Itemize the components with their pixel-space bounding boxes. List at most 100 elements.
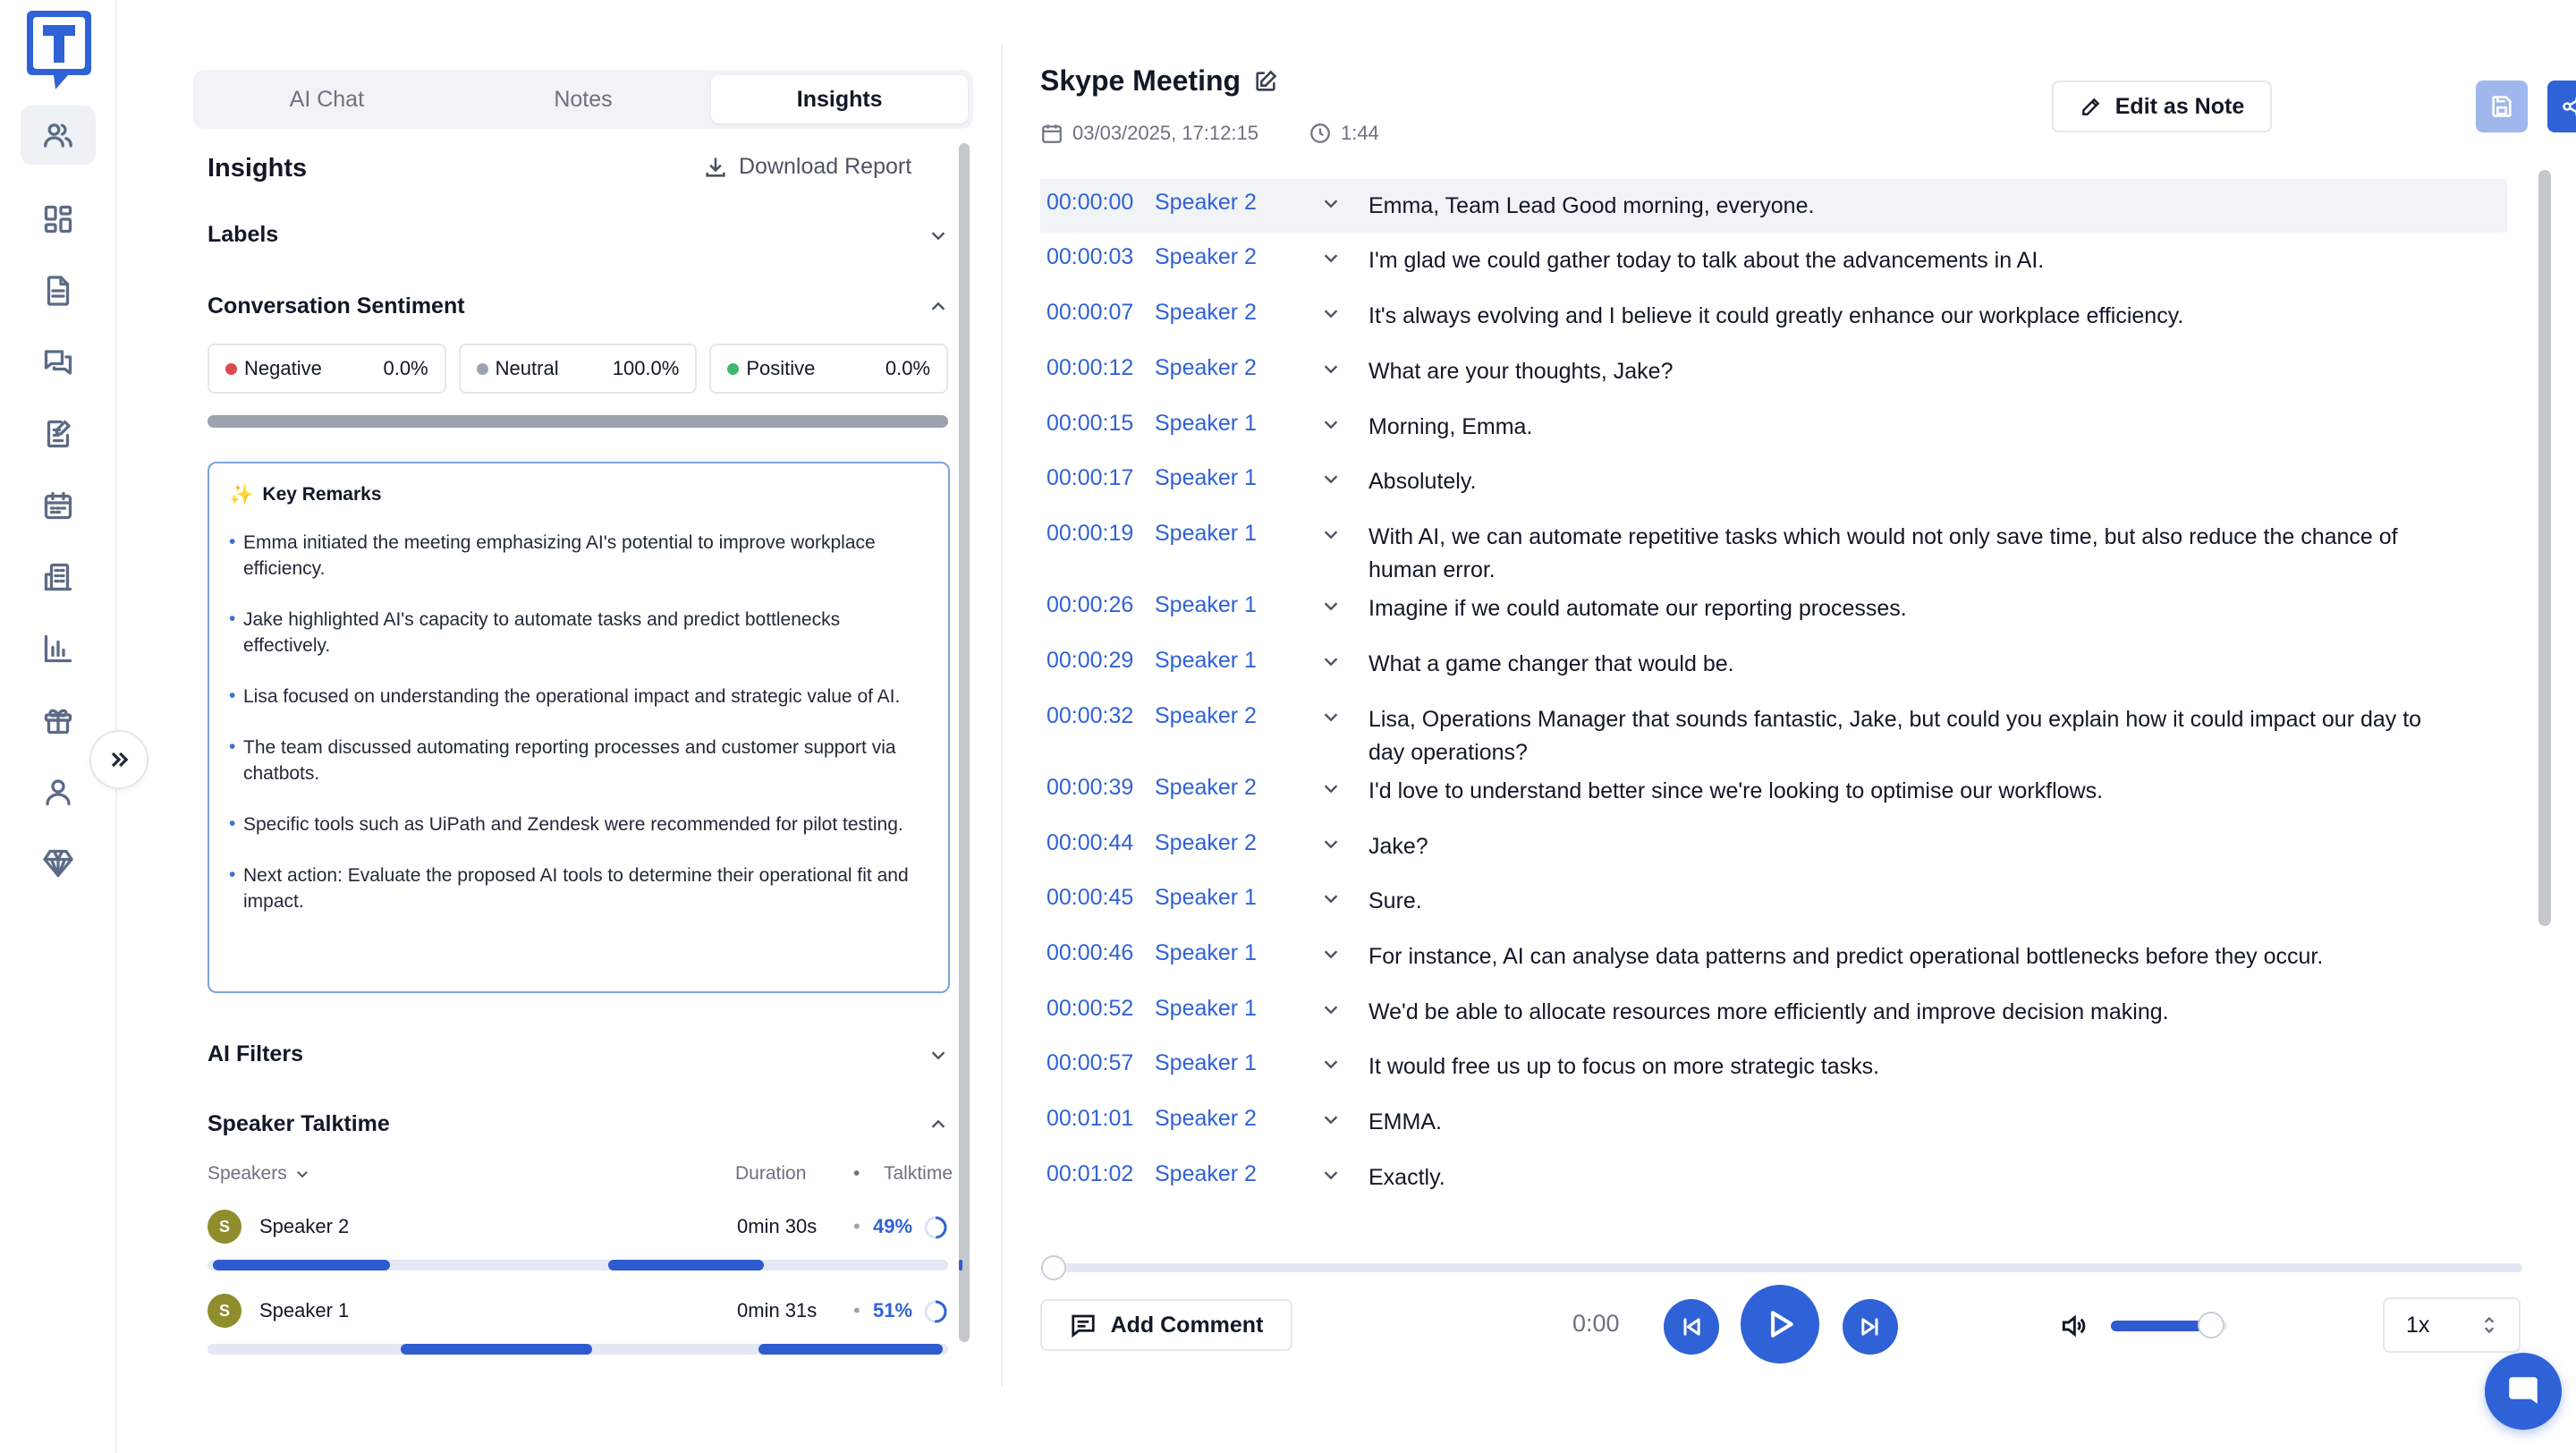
playback-speed-select[interactable]: 1x [2383, 1297, 2521, 1353]
speaker-link[interactable]: Speaker 2 [1155, 355, 1257, 381]
speaker-link[interactable]: Speaker 2 [1155, 1106, 1257, 1132]
nav-chats[interactable] [21, 333, 96, 392]
timestamp-link[interactable]: 00:00:19 [1046, 521, 1133, 547]
playback-progress-knob[interactable] [1041, 1255, 1066, 1280]
nav-organizations[interactable] [21, 548, 96, 607]
chevron-down-icon[interactable] [1321, 414, 1341, 434]
transcript-row[interactable]: 00:00:07 Speaker 2 It's always evolving an… [1040, 289, 2507, 343]
transcript-row[interactable]: 00:00:12 Speaker 2 What are your thoughts,… [1040, 344, 2507, 398]
speaker-link[interactable]: Speaker 1 [1155, 592, 1257, 618]
transcript-row[interactable]: 00:00:46 Speaker 1 For instance, AI can an… [1040, 930, 2507, 983]
speaker-link[interactable]: Speaker 2 [1155, 775, 1257, 801]
transcript-row[interactable]: 00:01:01 Speaker 2 EMMA. [1040, 1095, 2507, 1149]
transcript-row[interactable]: 00:00:26 Speaker 1 Imagine if we could aut… [1040, 582, 2507, 635]
timestamp-link[interactable]: 00:00:26 [1046, 592, 1133, 618]
timestamp-link[interactable]: 00:00:29 [1046, 648, 1133, 674]
app-logo[interactable] [25, 7, 93, 93]
speaker-link[interactable]: Speaker 2 [1155, 244, 1257, 270]
nav-notes[interactable] [21, 404, 96, 463]
transcript-row[interactable]: 00:00:52 Speaker 1 We'd be able to allocat… [1040, 985, 2507, 1039]
speaker-link[interactable]: Speaker 1 [1155, 411, 1257, 437]
timestamp-link[interactable]: 00:00:07 [1046, 300, 1133, 326]
speaker-link[interactable]: Speaker 1 [1155, 648, 1257, 674]
chevron-down-icon[interactable] [1321, 1054, 1341, 1074]
speaker-link[interactable]: Speaker 1 [1155, 465, 1257, 491]
sentiment-section-header[interactable]: Conversation Sentiment [208, 293, 948, 319]
download-report-button[interactable]: Download Report [703, 154, 911, 180]
transcript-scrollbar[interactable] [2538, 170, 2551, 926]
nav-rewards[interactable] [21, 691, 96, 750]
timestamp-link[interactable]: 00:00:46 [1046, 940, 1133, 966]
chevron-down-icon[interactable] [1321, 1165, 1341, 1185]
transcript-row[interactable]: 00:00:15 Speaker 1 Morning, Emma. [1040, 400, 2507, 454]
chevron-down-icon[interactable] [1321, 596, 1341, 616]
play-button[interactable] [1741, 1285, 1819, 1364]
timestamp-link[interactable]: 00:00:12 [1046, 355, 1133, 381]
chevron-down-icon[interactable] [1321, 248, 1341, 268]
transcript-row[interactable]: 00:00:57 Speaker 1 It would free us up to … [1040, 1040, 2507, 1093]
transcript-row[interactable]: 00:00:19 Speaker 1 With AI, we can automat… [1040, 510, 2507, 582]
edit-as-note-button[interactable]: Edit as Note [2052, 81, 2272, 132]
panel-scrollbar[interactable] [959, 143, 970, 1342]
transcript-row[interactable]: 00:00:44 Speaker 2 Jake? [1040, 820, 2507, 873]
nav-dashboard[interactable] [21, 190, 96, 249]
timestamp-link[interactable]: 00:00:15 [1046, 411, 1133, 437]
timestamp-link[interactable]: 00:00:45 [1046, 885, 1133, 911]
talktime-section-header[interactable]: Speaker Talktime [208, 1111, 948, 1137]
speakers-filter[interactable]: Speakers [208, 1163, 310, 1185]
chevron-down-icon[interactable] [1321, 834, 1341, 854]
share-button[interactable] [2547, 81, 2576, 132]
chevron-down-icon[interactable] [1321, 359, 1341, 378]
timestamp-link[interactable]: 00:00:39 [1046, 775, 1133, 801]
nav-analytics[interactable] [21, 619, 96, 678]
timestamp-link[interactable]: 00:01:02 [1046, 1161, 1133, 1187]
chevron-down-icon[interactable] [1321, 1109, 1341, 1129]
skip-back-button[interactable] [1664, 1299, 1719, 1355]
nav-profile[interactable] [21, 762, 96, 821]
transcript-row[interactable]: 00:00:32 Speaker 2 Lisa, Operations Manage… [1040, 693, 2507, 765]
tab-ai-chat[interactable]: AI Chat [199, 75, 455, 123]
transcript-row[interactable]: 00:00:45 Speaker 1 Sure. [1040, 874, 2507, 928]
nav-users[interactable] [21, 106, 96, 165]
volume-icon[interactable] [2059, 1312, 2088, 1340]
transcript-row[interactable]: 00:00:00 Speaker 2 Emma, Team Lead Good mo… [1040, 179, 2507, 233]
chevron-down-icon[interactable] [1321, 524, 1341, 544]
labels-section-header[interactable]: Labels [208, 222, 948, 248]
timestamp-link[interactable]: 00:00:03 [1046, 244, 1133, 270]
chevron-down-icon[interactable] [1321, 193, 1341, 213]
skip-forward-button[interactable] [1843, 1299, 1898, 1355]
chevron-down-icon[interactable] [1321, 651, 1341, 671]
ai-filters-section-header[interactable]: AI Filters [208, 1041, 948, 1067]
nav-calendar[interactable] [21, 476, 96, 535]
add-comment-button[interactable]: Add Comment [1040, 1299, 1292, 1351]
timestamp-link[interactable]: 00:00:52 [1046, 996, 1133, 1022]
nav-premium[interactable] [21, 834, 96, 893]
tab-insights[interactable]: Insights [711, 75, 969, 123]
speaker-link[interactable]: Speaker 1 [1155, 996, 1257, 1022]
save-button[interactable] [2476, 81, 2528, 132]
expand-sidebar-button[interactable] [89, 730, 148, 789]
transcript-row[interactable]: 00:00:29 Speaker 1 What a game changer tha… [1040, 637, 2507, 691]
speaker-link[interactable]: Speaker 1 [1155, 521, 1257, 547]
timestamp-link[interactable]: 00:01:01 [1046, 1106, 1133, 1132]
volume-knob[interactable] [2197, 1312, 2224, 1338]
speaker-link[interactable]: Speaker 2 [1155, 830, 1257, 856]
speaker-link[interactable]: Speaker 2 [1155, 703, 1257, 729]
edit-title-icon[interactable] [1253, 69, 1278, 94]
chevron-down-icon[interactable] [1321, 707, 1341, 726]
speaker-link[interactable]: Speaker 2 [1155, 190, 1257, 216]
timestamp-link[interactable]: 00:00:57 [1046, 1050, 1133, 1076]
speaker-link[interactable]: Speaker 1 [1155, 1050, 1257, 1076]
transcript-row[interactable]: 00:01:02 Speaker 2 Exactly. [1040, 1151, 2507, 1204]
timestamp-link[interactable]: 00:00:44 [1046, 830, 1133, 856]
chevron-down-icon[interactable] [1321, 469, 1341, 489]
speaker-link[interactable]: Speaker 1 [1155, 940, 1257, 966]
chevron-down-icon[interactable] [1321, 944, 1341, 964]
chevron-down-icon[interactable] [1321, 999, 1341, 1019]
chevron-down-icon[interactable] [1321, 778, 1341, 798]
speaker-link[interactable]: Speaker 1 [1155, 885, 1257, 911]
transcript-row[interactable]: 00:00:03 Speaker 2 I'm glad we could gathe… [1040, 234, 2507, 287]
timestamp-link[interactable]: 00:00:17 [1046, 465, 1133, 491]
transcript-row[interactable]: 00:00:17 Speaker 1 Absolutely. [1040, 455, 2507, 508]
speaker-link[interactable]: Speaker 2 [1155, 1161, 1257, 1187]
